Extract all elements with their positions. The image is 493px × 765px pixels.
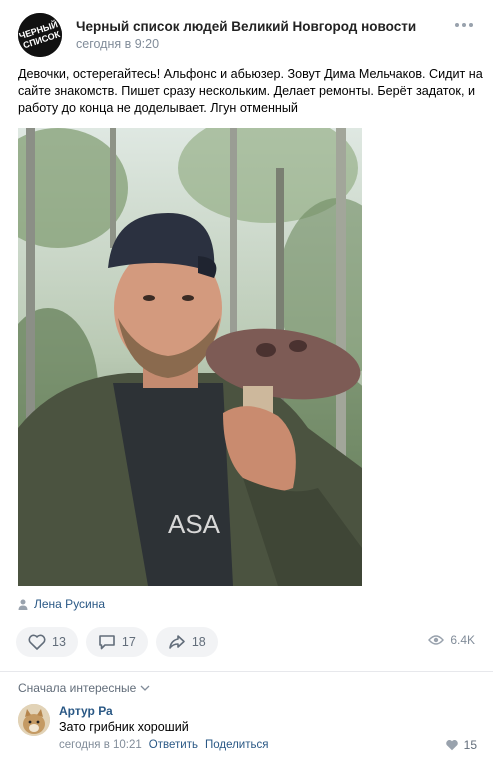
comment-share-button[interactable]: Поделиться — [205, 739, 269, 751]
comment-avatar[interactable] — [18, 704, 50, 736]
post-text: Девочки, остерегайтесь! Альфонс и абьюзе… — [18, 67, 483, 115]
share-button[interactable]: 18 — [155, 627, 218, 657]
comment-avatar-image — [18, 704, 50, 736]
post-actions: 13 17 18 — [16, 627, 218, 657]
views-count: 6.4K — [450, 633, 475, 647]
group-logo-icon: ЧЕРНЫЙ СПИСОК — [18, 13, 62, 57]
comments-sort-label: Сначала интересные — [18, 681, 137, 695]
views-counter: 6.4K — [428, 633, 475, 647]
post-photo[interactable]: ASA — [18, 128, 362, 586]
heart-icon — [28, 634, 46, 650]
comments-sort-dropdown[interactable]: Сначала интересные — [18, 681, 150, 695]
shirt-print-text: ASA — [168, 509, 221, 539]
comment-author-name[interactable]: Артур Ра — [59, 704, 113, 718]
comment-text: Зато грибник хороший — [59, 720, 189, 734]
post-author[interactable]: Лена Русина — [18, 597, 105, 611]
chevron-down-icon — [140, 685, 150, 691]
eye-icon — [428, 635, 445, 645]
comments-divider — [0, 671, 493, 672]
comment-meta: сегодня в 10:21 Ответить Поделиться — [59, 739, 268, 751]
wall-post: ЧЕРНЫЙ СПИСОК Черный список людей Велики… — [0, 0, 493, 765]
comment-button[interactable]: 17 — [85, 627, 148, 657]
comment-timestamp[interactable]: сегодня в 10:21 — [59, 739, 142, 751]
like-button[interactable]: 13 — [16, 627, 78, 657]
comment-icon — [99, 635, 115, 650]
more-dot-icon — [462, 23, 466, 27]
comment-count: 17 — [121, 635, 136, 649]
heart-icon — [445, 740, 458, 751]
user-icon — [18, 599, 28, 610]
like-count: 13 — [52, 635, 66, 649]
comment-like-button[interactable]: 15 — [445, 738, 477, 752]
more-dot-icon — [469, 23, 473, 27]
reply-button[interactable]: Ответить — [149, 739, 198, 751]
group-avatar[interactable]: ЧЕРНЫЙ СПИСОК — [18, 13, 62, 57]
photo-image: ASA — [18, 128, 362, 586]
more-options-button[interactable] — [455, 20, 477, 30]
more-dot-icon — [455, 23, 459, 27]
post-author-name[interactable]: Лена Русина — [34, 597, 105, 611]
share-icon — [169, 635, 185, 649]
comment-like-count: 15 — [463, 738, 477, 752]
group-name-link[interactable]: Черный список людей Великий Новгород нов… — [76, 19, 416, 34]
post-timestamp[interactable]: сегодня в 9:20 — [76, 37, 159, 51]
share-count: 18 — [191, 635, 206, 649]
